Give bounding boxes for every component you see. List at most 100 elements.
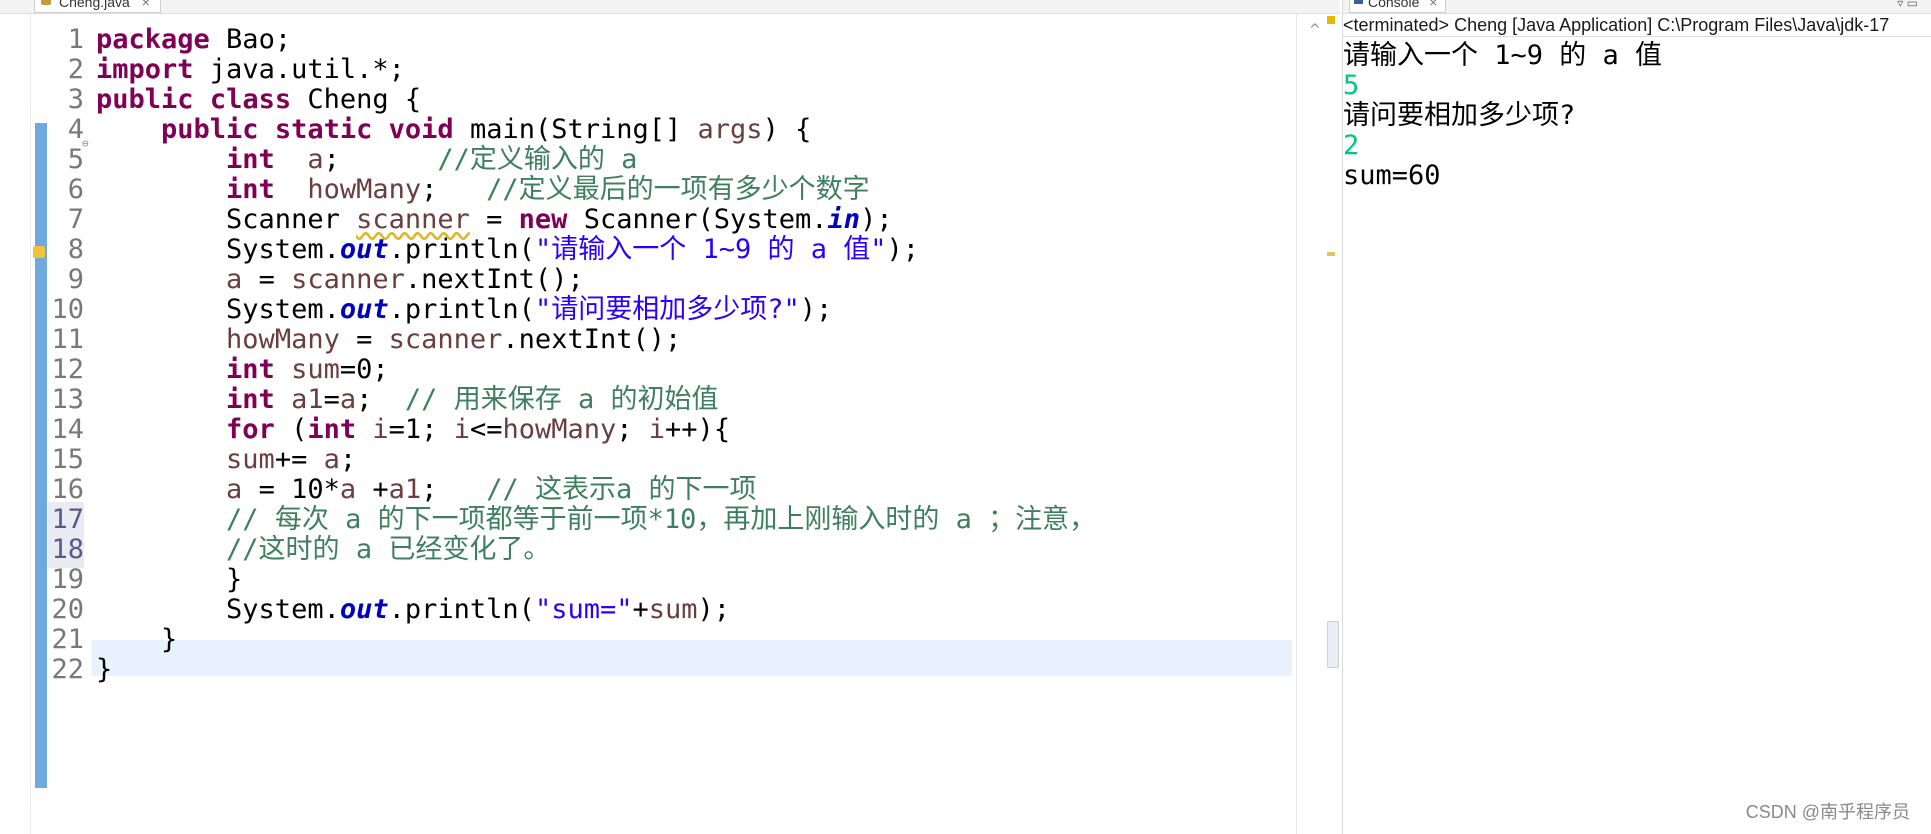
code-token: int <box>307 414 357 445</box>
code-token: System. <box>96 594 340 625</box>
code-token: main(String[] <box>453 114 698 145</box>
code-token: = <box>339 324 389 355</box>
code-token: a <box>226 264 243 295</box>
code-token: Bao; <box>209 24 292 55</box>
code-token: ); <box>697 594 731 625</box>
code-token: sum <box>291 354 340 385</box>
code-token: a1 <box>291 384 324 415</box>
code-token: =0; <box>339 354 389 385</box>
tab-console[interactable]: Console × <box>1349 0 1447 13</box>
code-token: out <box>339 234 389 265</box>
code-token: a <box>339 474 357 505</box>
tab-cheng-java[interactable]: Cheng.java × <box>34 0 161 13</box>
code-token: sum <box>648 594 698 625</box>
code-token: //定义输入的 a <box>437 144 638 175</box>
code-token: new <box>518 204 568 235</box>
code-token: static <box>274 114 373 145</box>
code-token: =1; <box>388 414 454 445</box>
code-token: .println( <box>388 594 535 625</box>
code-token: ; <box>323 144 438 175</box>
overview-ruler-marker[interactable] <box>1327 16 1335 24</box>
code-token: a <box>323 444 340 475</box>
scrollbar-thumb[interactable] <box>1327 621 1339 668</box>
code-token: = <box>469 204 519 235</box>
view-menu-icon[interactable]: ▿ ▭ <box>1897 0 1918 10</box>
close-icon[interactable]: × <box>142 0 150 10</box>
warning-icon[interactable] <box>33 246 45 258</box>
code-token: ++){ <box>665 414 731 445</box>
console-output-line: sum=60 <box>1343 160 1441 191</box>
editor-vertical-scrollbar[interactable]: ^ <box>1296 14 1340 834</box>
code-token: } <box>96 624 178 655</box>
code-token: java.util.*; <box>193 54 405 85</box>
code-line[interactable]: } <box>96 652 112 688</box>
code-token: int <box>226 354 275 385</box>
code-token: } <box>96 564 243 595</box>
code-token: in <box>827 204 861 235</box>
code-token: args <box>697 114 763 145</box>
scroll-up-icon[interactable]: ^ <box>1309 22 1321 38</box>
fold-collapse-icon[interactable]: ⊖ <box>82 137 89 150</box>
code-token: for <box>226 414 275 445</box>
code-token: = <box>323 384 340 415</box>
code-token: ); <box>886 234 920 265</box>
code-token: public <box>161 114 259 145</box>
code-token: + <box>632 594 649 625</box>
code-token: .println( <box>388 294 535 325</box>
code-token: ; <box>421 174 487 205</box>
editor-tab-bar: Cheng.java × <box>0 0 1340 14</box>
code-token: out <box>339 294 389 325</box>
code-token: ; <box>339 444 357 475</box>
console-icon <box>1354 0 1363 4</box>
code-token: // 每次 a 的下一项都等于前一项*10，再加上刚输入时的 a ；注意， <box>226 504 1097 535</box>
code-editor[interactable]: Cheng.java × 1 2 3 4 5 6 7 8 9 10 11 12 13 14 15 16 17 18… <box>0 0 1340 834</box>
code-token: howMany <box>307 174 422 205</box>
code-token: // 用来保存 a 的初始值 <box>404 384 719 415</box>
code-token: void <box>388 114 454 145</box>
code-token: + <box>356 474 389 505</box>
code-token: ); <box>799 294 833 325</box>
code-token: "请输入一个 1~9 的 a 值" <box>534 234 887 265</box>
code-token: howMany <box>226 324 340 355</box>
code-token: int <box>226 384 275 415</box>
code-token: "sum=" <box>534 594 633 625</box>
close-icon[interactable]: × <box>1429 0 1437 10</box>
code-token: int <box>226 144 275 175</box>
code-token: ) { <box>762 114 812 145</box>
code-token: howMany <box>502 414 617 445</box>
code-token: i <box>372 414 389 445</box>
change-ruler-bar <box>35 123 47 788</box>
overview-warning-marker[interactable] <box>1327 252 1335 256</box>
code-token: scanner <box>356 204 470 235</box>
watermark: CSDN @南乎程序员 <box>1745 802 1910 822</box>
code-token: ); <box>860 204 893 235</box>
code-token: a1 <box>388 474 422 505</box>
code-token: //这时的 a 已经变化了。 <box>226 534 551 565</box>
code-line[interactable]: System.out.println("sum="+sum); <box>96 592 730 628</box>
java-file-icon <box>41 0 51 5</box>
code-token: public <box>96 84 194 115</box>
console-view[interactable]: Console × ▿ ▭ <terminated> Cheng [Java A… <box>1342 0 1931 834</box>
code-token: scanner <box>291 264 405 295</box>
current-line-highlight <box>92 640 1292 676</box>
code-token: a <box>226 474 243 505</box>
console-process-status: <terminated> Cheng [Java Application] C:… <box>1343 14 1931 37</box>
code-token: class <box>209 84 292 115</box>
code-token: Cheng { <box>291 84 422 115</box>
code-token: scanner <box>388 324 503 355</box>
line-number: 22 <box>51 654 84 685</box>
